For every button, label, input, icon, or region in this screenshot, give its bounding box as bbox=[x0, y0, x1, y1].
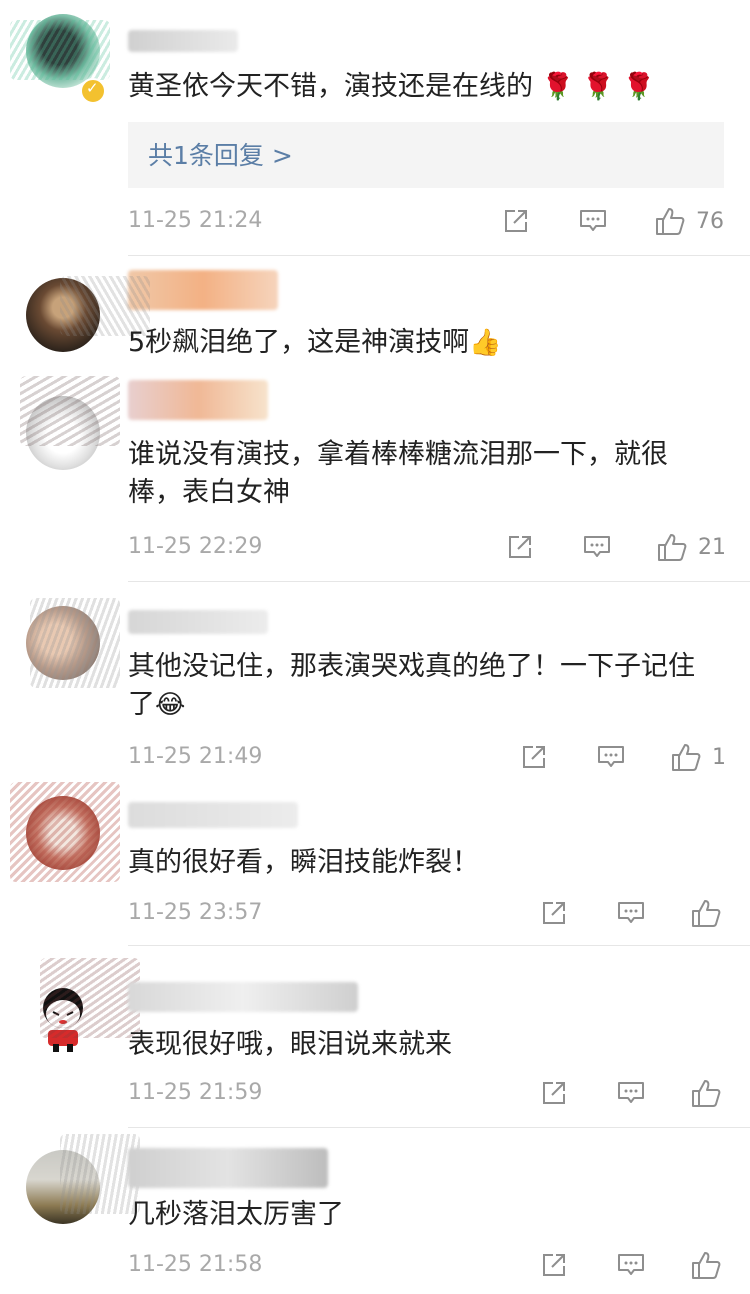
username-scribble bbox=[40, 958, 140, 1038]
comment-icon bbox=[598, 746, 624, 767]
comment-button[interactable] bbox=[578, 204, 608, 238]
comment-button[interactable] bbox=[582, 530, 612, 564]
share-button[interactable] bbox=[502, 204, 530, 238]
comment-icon bbox=[618, 1082, 644, 1103]
share-icon bbox=[543, 1254, 565, 1276]
comment-icon bbox=[618, 1254, 644, 1275]
like-button[interactable] bbox=[690, 896, 732, 930]
timestamp: 11-25 21:24 bbox=[128, 208, 263, 233]
comment-item: 真的很好看，瞬泪技能炸裂！ 11-25 23:57 bbox=[0, 774, 750, 946]
comment-icon bbox=[580, 210, 606, 231]
comment-meta: 11-25 21:59 bbox=[128, 1076, 728, 1112]
comment-meta: 11-25 22:29 21 bbox=[128, 530, 728, 566]
comment-text: 5秒飙泪绝了，这是神演技啊👍 bbox=[128, 327, 502, 358]
comment-meta: 11-25 21:58 bbox=[128, 1248, 728, 1284]
comment-item: 几秒落泪太厉害了 11-25 21:58 bbox=[0, 1128, 750, 1294]
comment-icon bbox=[618, 902, 644, 923]
verified-badge-icon bbox=[80, 78, 106, 104]
share-button[interactable] bbox=[520, 740, 548, 774]
like-button[interactable]: 21 bbox=[656, 530, 726, 564]
comment-item: 谁说没有演技，拿着棒棒糖流泪那一下，就很棒，表白女神 11-25 22:29 2… bbox=[0, 366, 750, 582]
share-icon bbox=[543, 1082, 565, 1104]
username[interactable] bbox=[128, 982, 358, 1012]
timestamp: 11-25 22:29 bbox=[128, 534, 263, 559]
comment-item: 其他没记住，那表演哭戏真的绝了！一下子记住了😂 11-25 21:49 1 bbox=[0, 582, 750, 774]
username-scribble bbox=[30, 598, 120, 688]
comment-text: 几秒落泪太厉害了 bbox=[128, 1199, 344, 1230]
comment-icon bbox=[584, 536, 610, 557]
share-button[interactable] bbox=[506, 530, 534, 564]
laughing-tears-emoji-icon: 😂 bbox=[155, 690, 186, 720]
username[interactable] bbox=[128, 30, 238, 52]
username-scribble bbox=[20, 376, 120, 446]
reply-preview[interactable]: 共1条回复 > bbox=[128, 122, 724, 188]
rose-emoji-icon: 🌹 🌹 🌹 bbox=[541, 72, 656, 102]
comment-button[interactable] bbox=[616, 1248, 646, 1282]
like-count: 76 bbox=[696, 208, 724, 234]
username[interactable] bbox=[128, 270, 278, 310]
like-button[interactable] bbox=[690, 1248, 732, 1282]
share-button[interactable] bbox=[540, 1248, 568, 1282]
comment-text: 真的很好看，瞬泪技能炸裂！ bbox=[128, 847, 479, 878]
comment-button[interactable] bbox=[616, 1076, 646, 1110]
like-count: 1 bbox=[712, 744, 726, 770]
timestamp: 11-25 21:59 bbox=[128, 1080, 263, 1105]
comment-meta: 11-25 21:49 1 bbox=[128, 740, 728, 776]
comment-button[interactable] bbox=[596, 740, 626, 774]
thumbs-up-icon bbox=[692, 900, 721, 927]
timestamp: 11-25 21:49 bbox=[128, 744, 263, 769]
username[interactable] bbox=[128, 610, 268, 634]
comment-item: 5秒飙泪绝了，这是神演技啊👍 bbox=[0, 256, 750, 366]
comment-item: 黄圣依今天不错，演技还是在线的 🌹 🌹 🌹 共1条回复 > 11-25 21:2… bbox=[0, 0, 750, 256]
thumbs-up-icon bbox=[692, 1080, 721, 1107]
username-scribble bbox=[10, 20, 110, 80]
thumbs-up-icon bbox=[692, 1252, 721, 1279]
comment-button[interactable] bbox=[616, 896, 646, 930]
like-count: 21 bbox=[698, 534, 726, 560]
thumbs-up-emoji-icon: 👍 bbox=[469, 328, 502, 358]
like-button[interactable]: 1 bbox=[670, 740, 726, 774]
share-icon bbox=[523, 746, 545, 768]
share-icon bbox=[505, 210, 527, 232]
like-button[interactable]: 76 bbox=[654, 204, 724, 238]
comment-text: 谁说没有演技，拿着棒棒糖流泪那一下，就很棒，表白女神 bbox=[128, 439, 668, 508]
share-icon bbox=[509, 536, 531, 558]
thumbs-up-icon bbox=[656, 208, 685, 235]
username[interactable] bbox=[128, 380, 268, 420]
share-button[interactable] bbox=[540, 896, 568, 930]
comment-item: 表现很好哦，眼泪说来就来 11-25 21:59 bbox=[0, 946, 750, 1128]
share-icon bbox=[543, 902, 565, 924]
thumbs-up-icon bbox=[672, 744, 701, 771]
comment-text: 黄圣依今天不错，演技还是在线的 🌹 🌹 🌹 bbox=[128, 71, 656, 102]
username-scribble bbox=[10, 782, 120, 882]
username[interactable] bbox=[128, 1148, 328, 1188]
comment-meta: 11-25 21:24 76 bbox=[128, 204, 728, 240]
timestamp: 11-25 23:57 bbox=[128, 900, 263, 925]
username[interactable] bbox=[128, 802, 298, 828]
like-button[interactable] bbox=[690, 1076, 732, 1110]
comment-meta: 11-25 23:57 bbox=[128, 896, 728, 932]
share-button[interactable] bbox=[540, 1076, 568, 1110]
timestamp: 11-25 21:58 bbox=[128, 1252, 263, 1277]
comment-text: 表现很好哦，眼泪说来就来 bbox=[128, 1029, 452, 1060]
thumbs-up-icon bbox=[658, 534, 687, 561]
reply-count-link[interactable]: 共1条回复 > bbox=[148, 136, 293, 172]
comment-text: 其他没记住，那表演哭戏真的绝了！一下子记住了😂 bbox=[128, 651, 695, 720]
